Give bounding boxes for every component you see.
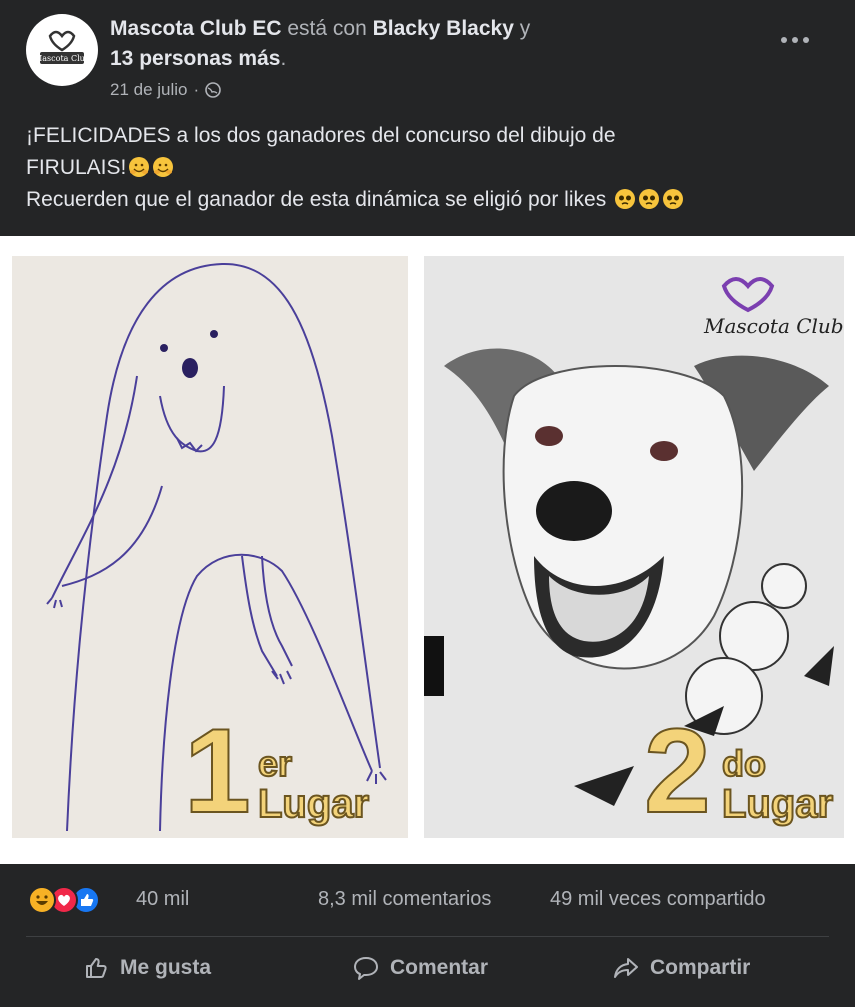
brand-watermark: Mascota Club [704,314,844,338]
second-place-word: Lugar [721,782,834,826]
post-text: ¡FELICIDADES a los dos ganadores del con… [26,120,836,216]
reaction-icons[interactable] [28,886,100,914]
post-date[interactable]: 21 de julio [110,80,188,100]
post-actions: Me gusta Comentar Compartir [0,940,855,1002]
page-avatar[interactable]: Mascota Club [26,14,98,86]
post-meta: 21 de julio · [110,80,221,100]
post-author-line: Mascota Club EC está con Blacky Blacky y… [110,14,750,74]
thumbs-up-icon [86,958,107,978]
post-header: Mascota Club Mascota Club EC está con Bl… [0,0,855,120]
pleading-emoji-icon [638,188,660,210]
pleading-emoji-icon [662,188,684,210]
hug-emoji-icon [128,156,150,178]
first-place-drawing: 1 er Lugar [12,256,408,838]
post-text-line2: FIRULAIS! [26,156,127,179]
share-button[interactable]: Compartir [612,954,750,982]
post-photo[interactable]: 1 er Lugar Mascota Club 2 do Lugar [0,236,855,864]
share-arrow-icon [614,958,638,978]
actions-divider [26,936,829,937]
reaction-count[interactable]: 40 mil [136,888,189,911]
like-label: Me gusta [120,956,212,979]
haha-reaction-icon [28,886,56,914]
first-place-number: 1 [183,704,252,838]
second-place-number: 2 [643,704,712,838]
globe-icon [205,82,221,98]
meta-separator: · [193,80,200,99]
post-stats: 40 mil 8,3 mil comentarios 49 mil veces … [0,864,855,936]
share-count[interactable]: 49 mil veces compartido [550,888,766,911]
pleading-emoji-icon [614,188,636,210]
avatar-logo-text: Mascota Club [34,54,90,63]
comment-count[interactable]: 8,3 mil comentarios [318,888,491,911]
first-place-suffix: er [257,743,293,784]
like-button[interactable]: Me gusta [82,954,211,982]
with-text: está con [287,17,367,40]
post-text-line3: Recuerden que el ganador de esta dinámic… [26,188,607,211]
first-place-word: Lugar [257,782,370,826]
comment-label: Comentar [390,956,489,979]
tagged-name[interactable]: Blacky Blacky [373,17,514,40]
facebook-post: Mascota Club Mascota Club EC está con Bl… [0,0,855,1007]
others-link[interactable]: 13 personas más [110,47,280,70]
hug-emoji-icon [152,156,174,178]
more-options-icon[interactable] [775,30,815,50]
share-label: Compartir [650,956,751,979]
comment-button[interactable]: Comentar [352,954,488,982]
author-name[interactable]: Mascota Club EC [110,17,282,40]
second-place-suffix: do [721,743,767,784]
comment-icon [354,957,378,980]
second-place-drawing: Mascota Club 2 do Lugar [424,256,844,838]
period-text: . [280,47,287,70]
and-text: y [519,17,531,40]
post-text-line1: ¡FELICIDADES a los dos ganadores del con… [26,124,616,147]
